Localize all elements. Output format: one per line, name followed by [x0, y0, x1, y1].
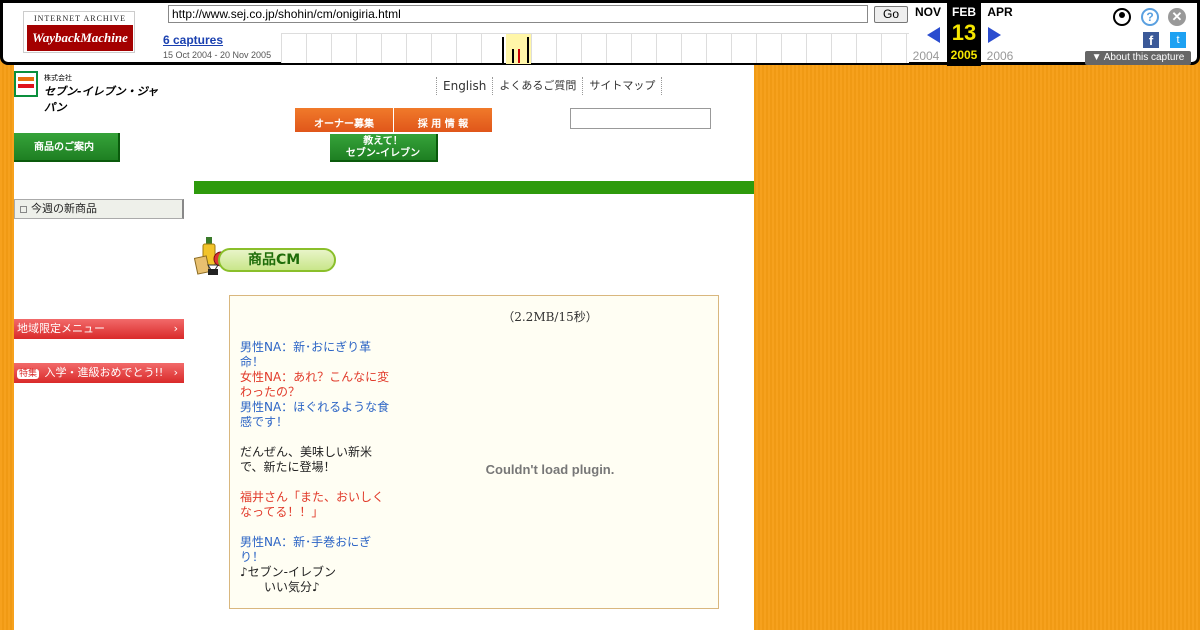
script-group: 男性NA：新･おにぎり革命！ 女性NA：あれ？こんなに変わったの？ 男性NA：ほ… — [240, 340, 390, 430]
products-guide-button[interactable]: 商品のご案内 — [14, 133, 120, 162]
wayback-logo-main: WaybackMachine — [27, 25, 133, 51]
close-icon[interactable]: ✕ — [1168, 8, 1186, 26]
current-month: FEB — [952, 5, 976, 19]
script-group: 男性NA：新･手巻おにぎり！ ♪セブン-イレブン いい気分♪ — [240, 535, 390, 595]
script-line: だんぜん、美味しい新米で、新たに登場！ — [240, 445, 373, 474]
user-icon[interactable] — [1113, 8, 1131, 26]
capture-sparkline[interactable] — [281, 33, 909, 64]
logo-name: セブン-イレブン・ジャパン — [44, 85, 159, 114]
url-input[interactable] — [168, 5, 868, 23]
sparkline-bar — [502, 37, 504, 63]
script-line: 女性NA：あれ？こんなに変わったの？ — [240, 370, 390, 399]
prev-capture-arrow-icon[interactable] — [927, 27, 940, 43]
feature-tag: 特集 — [17, 369, 40, 379]
sidebar-item-feature[interactable]: 特集 入学・進級おめでとう!! › — [14, 363, 184, 383]
chevron-right-icon: › — [173, 366, 178, 379]
sidebar-item-regional-menu[interactable]: 地域限定メニュー › — [14, 319, 184, 339]
chevron-right-icon: › — [173, 322, 178, 335]
commercial-script: 男性NA：新･おにぎり革命！ 女性NA：あれ？こんなに変わったの？ 男性NA：ほ… — [240, 340, 390, 610]
feature-label: 入学・進級おめでとう!! — [44, 366, 164, 379]
search-input[interactable] — [570, 108, 711, 129]
recruitment-button[interactable]: 採 用 情 報 — [394, 106, 492, 132]
wayback-toolbar: INTERNET ARCHIVE WaybackMachine Go 6 cap… — [0, 0, 1200, 66]
next-month[interactable]: APR — [983, 5, 1017, 19]
teach-me-button[interactable]: 教えて！ セブン-イレブン — [330, 134, 438, 162]
help-icon[interactable]: ? — [1141, 8, 1159, 26]
captures-range: 15 Oct 2004 - 20 Nov 2005 — [163, 50, 272, 60]
utility-nav: English よくあるご質問 サイトマップ — [436, 77, 663, 95]
prev-month[interactable]: NOV — [911, 5, 945, 19]
current-day: 13 — [951, 20, 977, 45]
english-link[interactable]: English — [436, 77, 492, 95]
sidebar-item-new-products[interactable]: 今週の新商品 — [14, 199, 184, 219]
green-divider — [194, 181, 754, 194]
section-title: 商品CM — [218, 248, 336, 272]
commercial-panel: （2.2MB/15秒） 男性NA：新･おにぎり革命！ 女性NA：あれ？こんなに変… — [229, 295, 719, 609]
seven-eleven-logo[interactable]: 株式会社 セブン-イレブン・ジャパン — [14, 71, 164, 114]
script-line: ♪セブン-イレブン — [240, 565, 336, 579]
seven-eleven-mark-icon — [14, 71, 38, 97]
go-button[interactable]: Go — [874, 6, 908, 23]
sitemap-link[interactable]: サイトマップ — [582, 77, 663, 95]
next-year: 2006 — [986, 49, 1014, 63]
faq-link[interactable]: よくあるご質問 — [492, 77, 582, 95]
script-line: 福井さん「また、おいしくなってる！！」 — [240, 490, 385, 519]
script-line: 男性NA：ほぐれるような食感です！ — [240, 400, 390, 429]
current-capture-date: FEB 13 2005 — [947, 3, 981, 66]
script-group: 福井さん「また、おいしくなってる！！」 — [240, 490, 390, 520]
file-info: （2.2MB/15秒） — [502, 310, 598, 324]
script-line: 男性NA：新･おにぎり革命！ — [240, 340, 372, 369]
script-group: だんぜん、美味しい新米で、新たに登場！ — [240, 445, 390, 475]
twitter-icon[interactable]: t — [1170, 32, 1186, 48]
script-line: 男性NA：新･手巻おにぎり！ — [240, 535, 372, 564]
facebook-icon[interactable]: f — [1143, 32, 1159, 48]
section-heading: 商品CM — [194, 235, 338, 277]
current-year: 2005 — [950, 48, 978, 62]
owner-recruit-button[interactable]: オーナー募集 — [295, 106, 393, 132]
prev-year: 2004 — [912, 49, 940, 63]
about-capture-button[interactable]: ▼ About this capture — [1085, 51, 1191, 65]
teach-line-2: セブン-イレブン — [345, 148, 421, 159]
teach-line-1: 教えて！ — [363, 136, 403, 147]
wayback-logo[interactable]: INTERNET ARCHIVE WaybackMachine — [23, 11, 135, 53]
sparkline-bar — [512, 49, 514, 63]
captures-link[interactable]: 6 captures — [163, 33, 223, 47]
plugin-error-message: Couldn't load plugin. — [485, 462, 615, 477]
wayback-logo-top: INTERNET ARCHIVE — [33, 14, 127, 23]
sparkline-bar — [527, 37, 529, 63]
script-line: いい気分♪ — [240, 580, 320, 594]
sparkline-bar — [518, 49, 520, 63]
regional-menu-label: 地域限定メニュー — [17, 322, 105, 335]
archived-page: 株式会社 セブン-イレブン・ジャパン English よくあるご質問 サイトマッ… — [14, 65, 754, 630]
logo-sub: 株式会社 — [44, 74, 72, 82]
next-capture-arrow-icon[interactable] — [988, 27, 1001, 43]
